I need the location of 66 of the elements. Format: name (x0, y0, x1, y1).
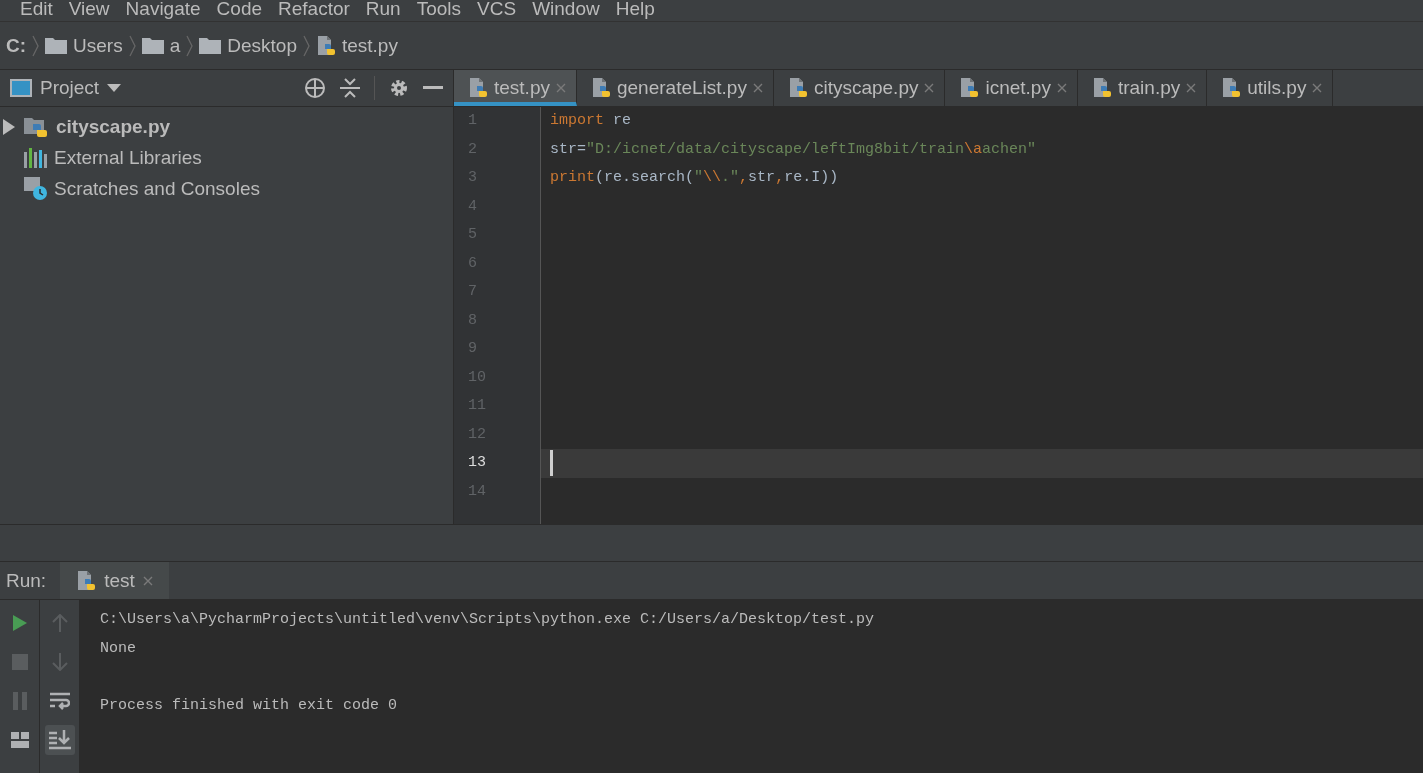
close-icon[interactable] (1312, 83, 1323, 93)
menu-item[interactable]: Edit (10, 0, 59, 20)
run-tab[interactable]: test (60, 562, 169, 599)
chevron-icon (32, 34, 40, 57)
minimize-icon[interactable] (423, 86, 443, 90)
menu-item[interactable]: Help (605, 0, 661, 20)
project-window-icon (10, 79, 32, 97)
python-file-icon (959, 77, 980, 99)
console-line: C:\Users\a\PycharmProjects\untitled\venv\Scripts\python.exe C:/Users/a/Desktop/test.py (100, 611, 875, 628)
python-file-icon (468, 77, 488, 99)
folder-icon (45, 37, 68, 54)
chevron-icon (186, 34, 194, 57)
menu-item[interactable]: Tools (406, 0, 468, 20)
console-line: None (100, 639, 136, 657)
folder-icon (199, 37, 222, 54)
layout-icon[interactable] (10, 732, 29, 748)
run-label: Run: (5, 569, 48, 592)
collapsed-arrow-icon[interactable] (2, 118, 16, 135)
menu-item[interactable]: View (58, 0, 116, 20)
close-icon[interactable] (924, 83, 935, 93)
breadcrumb-item[interactable]: C: (6, 34, 27, 57)
menu-item[interactable]: Run (355, 0, 407, 20)
python-folder-icon (24, 115, 50, 138)
editor-tab[interactable]: test.py (454, 70, 577, 106)
menu-item[interactable]: Refactor (268, 0, 356, 20)
breadcrumb-item[interactable]: Desktop (227, 34, 297, 57)
folder-icon (141, 37, 164, 54)
locate-icon[interactable] (304, 77, 326, 99)
collapse-all-icon[interactable] (340, 77, 360, 99)
python-file-icon (787, 77, 808, 99)
tree-item[interactable]: cityscape.py (56, 115, 171, 138)
text-cursor (550, 450, 553, 477)
scroll-to-end-icon[interactable] (48, 730, 71, 750)
close-icon[interactable] (556, 83, 566, 93)
line-number: 13 (468, 454, 486, 471)
python-file-icon (1221, 77, 1242, 99)
tree-item[interactable]: External Libraries (54, 146, 202, 169)
libraries-icon (24, 147, 48, 168)
menu-item[interactable]: VCS (467, 0, 523, 20)
python-icon (76, 569, 97, 592)
breadcrumb-item[interactable]: a (169, 34, 181, 57)
settings-icon[interactable] (389, 78, 409, 98)
menu-item[interactable]: Window (522, 0, 606, 20)
python-file-icon (591, 77, 611, 99)
python-file-icon (315, 34, 336, 57)
console-line: Process finished with exit code 0 (100, 696, 398, 714)
tree-item[interactable]: Scratches and Consoles (54, 177, 260, 200)
code-line: print(re.search("\\.",str,re.I)) (550, 168, 839, 188)
menu-item[interactable]: Navigate (115, 0, 207, 20)
close-icon[interactable] (752, 83, 763, 93)
close-icon[interactable] (1056, 83, 1067, 93)
dropdown-caret-icon[interactable] (107, 84, 122, 92)
project-dropdown[interactable]: Project (40, 77, 100, 99)
scratch-clock-icon (24, 176, 48, 201)
breadcrumb-item[interactable]: Users (73, 34, 123, 57)
chevron-icon (302, 34, 310, 57)
code-line: import re (550, 111, 632, 131)
close-icon[interactable] (142, 575, 153, 586)
menu-item[interactable]: Code (206, 0, 268, 20)
run-icon[interactable] (11, 614, 28, 632)
soft-wrap-icon[interactable] (49, 692, 70, 710)
chevron-icon (128, 34, 136, 57)
breadcrumb-item[interactable]: test.py (341, 34, 398, 57)
python-file-icon (1091, 77, 1112, 99)
code-line: str="D:/icnet/data/cityscape/leftImg8bit/train\aachen" (550, 139, 1037, 160)
close-icon[interactable] (1186, 83, 1197, 93)
